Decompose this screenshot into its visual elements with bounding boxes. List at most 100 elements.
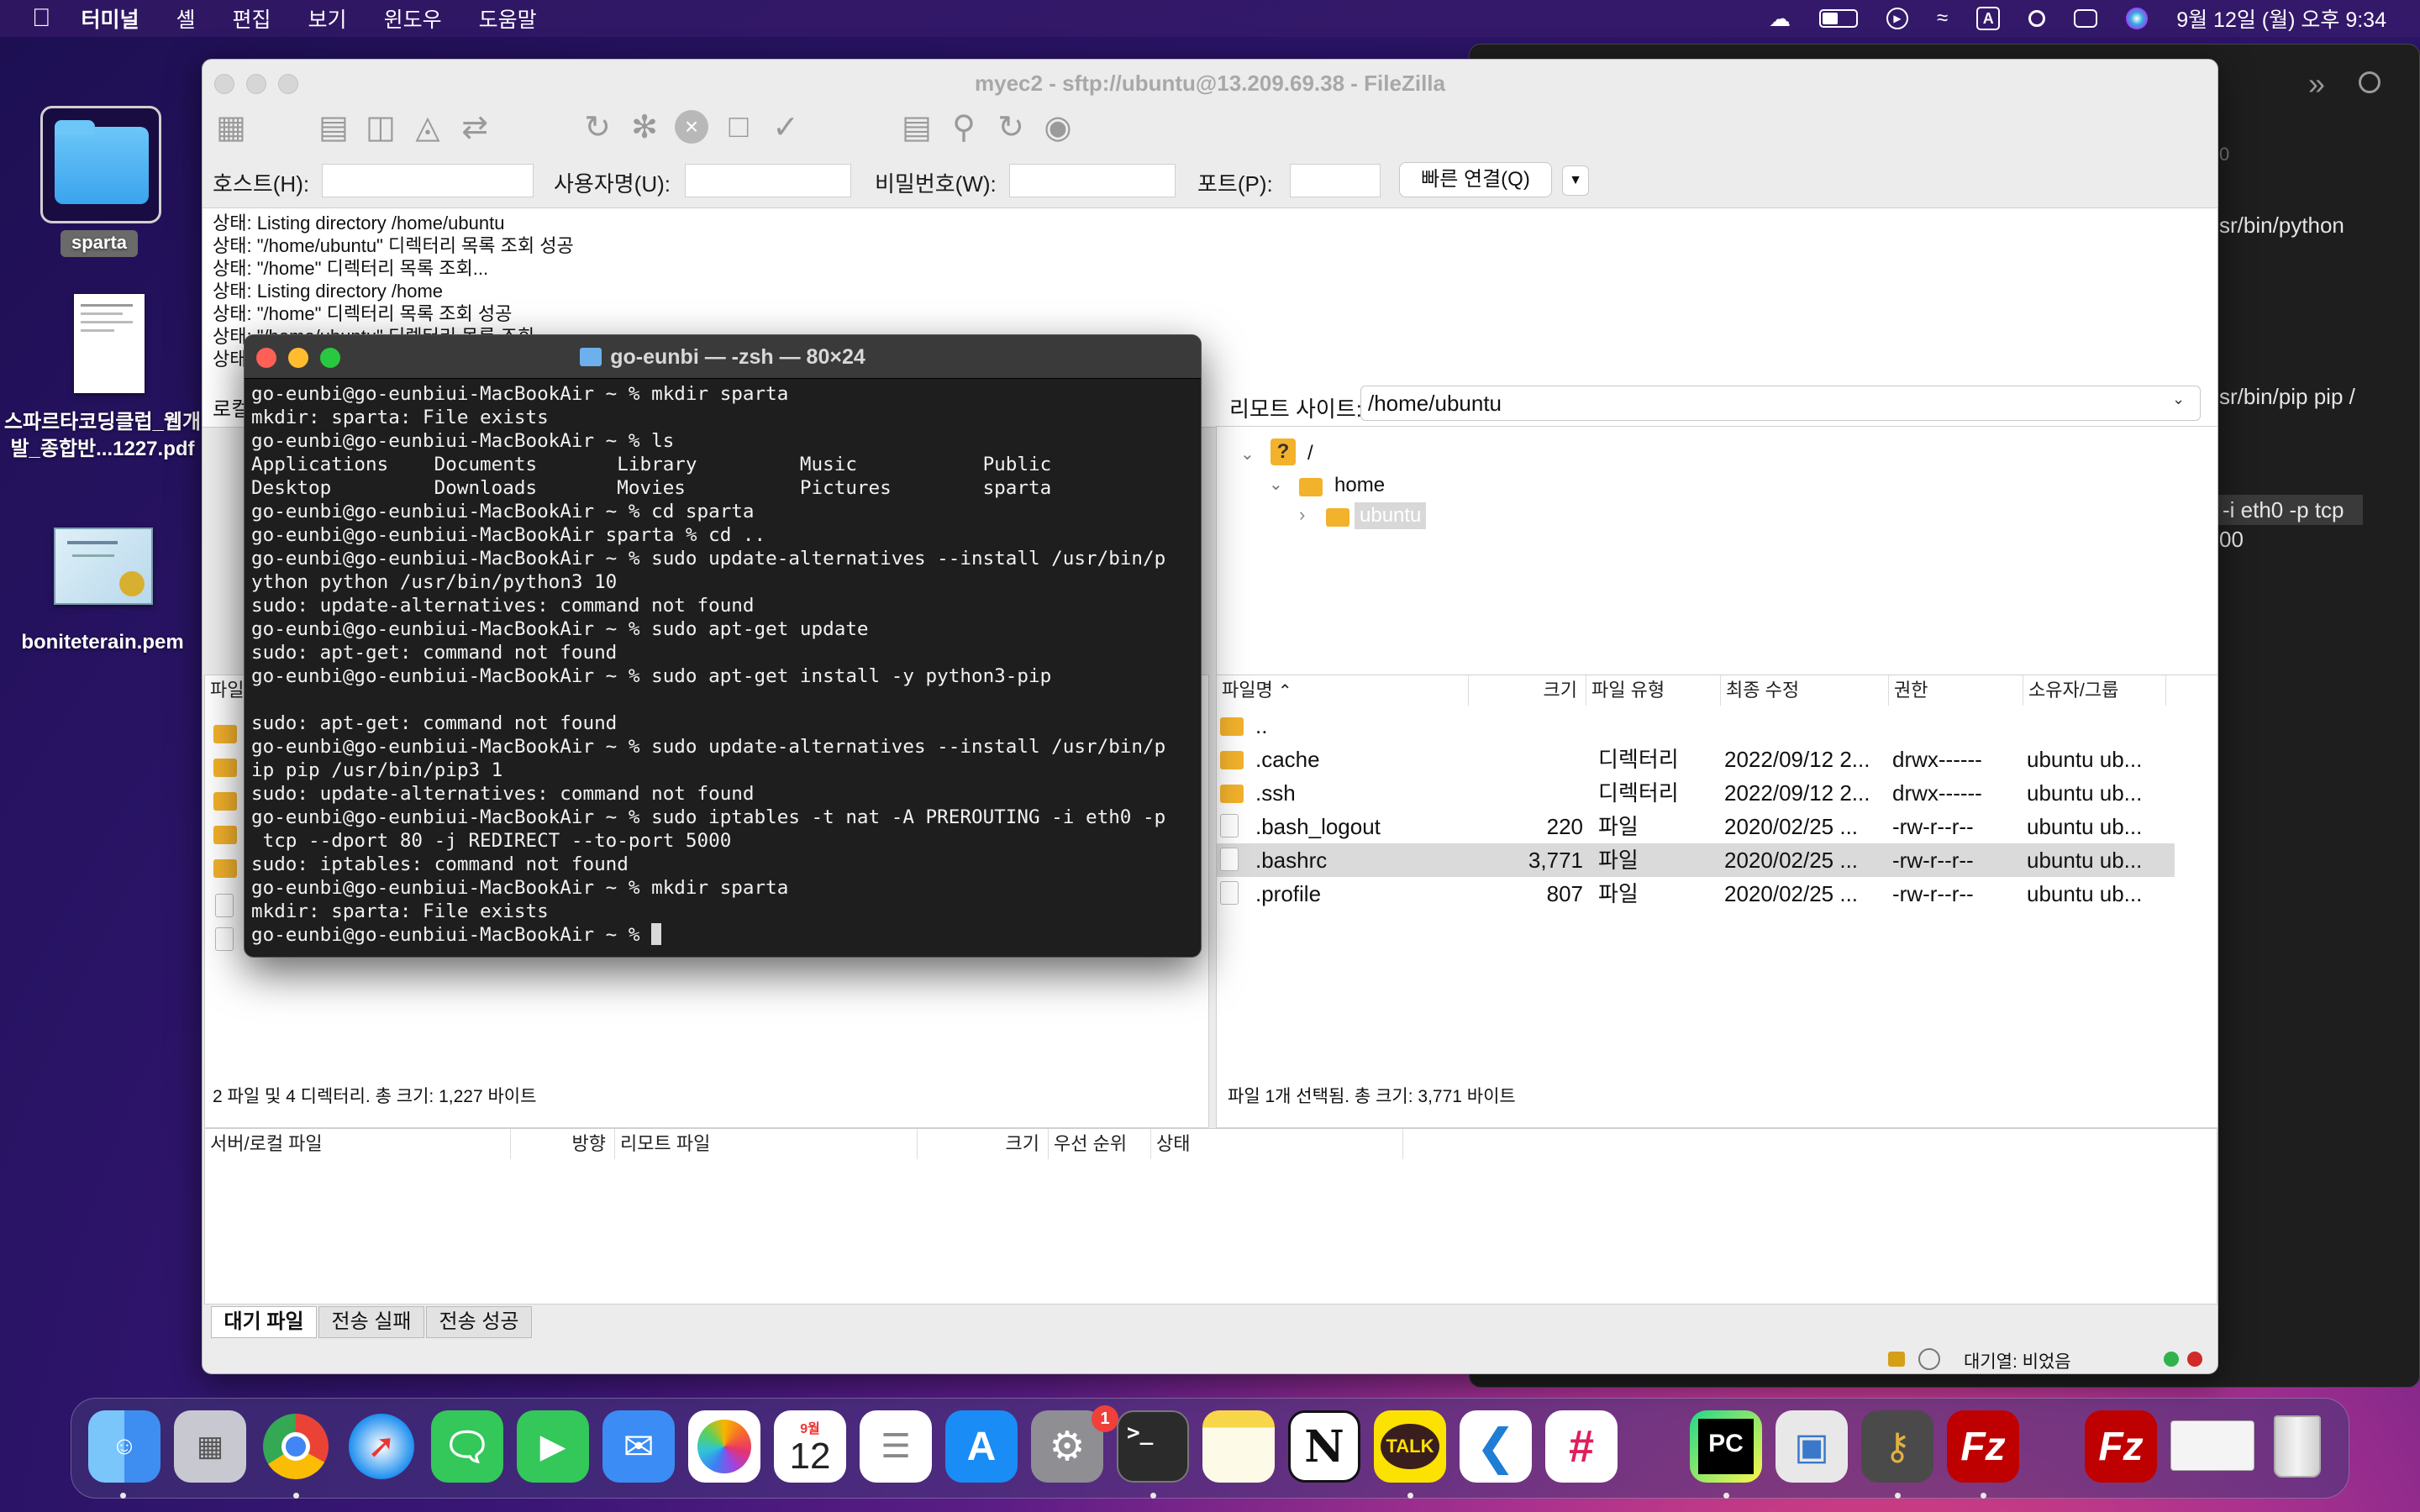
disconnect-icon[interactable]: □ [717,105,760,149]
battery-icon[interactable] [1819,9,1859,28]
dock-slack-icon[interactable]: # [1545,1410,1618,1483]
apple-icon[interactable]:  [32,4,51,33]
remote-file-row[interactable]: .bashrc 3,771 파일 2020/02/25 ... -rw-r--r-- ub… [1217,843,2175,877]
queue-col-priority[interactable]: 우선 순위 [1049,1129,1151,1159]
username-input[interactable] [685,164,851,197]
queue-col-status[interactable]: 상태 [1151,1129,1403,1159]
remote-file-row[interactable]: .. [1217,709,2175,743]
process-queue-icon[interactable]: ✻ [623,105,666,149]
play-icon[interactable]: ▶ [1886,8,1909,29]
dock-trash-icon[interactable] [2261,1410,2333,1483]
refresh-icon[interactable]: ↻ [576,105,619,149]
menu-shell[interactable]: 셸 [176,3,196,34]
site-manager-icon[interactable]: ▦ [209,105,253,149]
certificate-icon[interactable] [54,528,153,605]
remote-tree-icon[interactable]: ◬ [406,105,450,149]
cancel-icon[interactable]: × [670,105,713,149]
transfer-queue-icon[interactable]: ⇄ [453,105,497,149]
message-log-icon[interactable]: ▤ [312,105,355,149]
dock-messages-icon[interactable]: 🗨 [431,1410,503,1483]
dock-notes-icon[interactable] [1202,1410,1275,1483]
dock-pycharm-icon[interactable]: PC [1690,1410,1762,1483]
dock-terminal-icon[interactable]: >_ [1117,1410,1189,1483]
dock-mail-icon[interactable]: ✉ [602,1410,675,1483]
dock-preview-icon[interactable]: ▣ [1776,1410,1848,1483]
host-input[interactable] [322,164,534,197]
dock-keychain-icon[interactable]: ⚷ [1861,1410,1933,1483]
dock-notion-icon[interactable]: N [1288,1410,1360,1483]
reconnect-icon[interactable]: ✓ [764,105,808,149]
remote-col-size[interactable]: 크기 [1469,675,1586,706]
dock-chrome-icon[interactable] [260,1410,332,1483]
search-icon[interactable] [2359,71,2381,93]
remote-file-row[interactable]: .bash_logout 220 파일 2020/02/25 ... -rw-r--r-… [1217,810,2175,843]
terminal-titlebar[interactable]: go-eunbi — -zsh — 80×24 [245,335,1201,379]
remote-col-owner[interactable]: 소유자/그룹 [2023,675,2166,706]
double-chevron-icon[interactable]: » [2308,66,2325,102]
dock-appstore-icon[interactable]: A [945,1410,1018,1483]
desktop-icon-sparta[interactable] [40,106,161,223]
remote-file-row[interactable]: .cache 디렉터리 2022/09/12 2... drwx------ ubunt… [1217,743,2175,776]
remote-col-permissions[interactable]: 권한 [1889,675,2023,706]
tree-item-root[interactable]: / [1307,442,1313,465]
dock-calendar-icon[interactable]: 9월 12 [774,1410,846,1483]
clock[interactable]: 9월 12일 (월) 오후 9:34 [2176,3,2386,34]
remote-col-type[interactable]: 파일 유형 [1586,675,1721,706]
spotlight-search-icon[interactable] [2028,10,2046,27]
dock-kakaotalk-icon[interactable]: TALK [1374,1410,1446,1483]
menu-view[interactable]: 보기 [308,3,347,34]
find-files-icon[interactable]: ◉ [1036,105,1080,149]
tab-successful-transfers[interactable]: 전송 성공 [426,1306,532,1338]
remote-file-row[interactable]: .profile 807 파일 2020/02/25 ... -rw-r--r-- ubu… [1217,877,2175,911]
tree-collapse-icon[interactable]: ⌄ [1269,474,1283,495]
queue-col-direction[interactable]: 방향 [511,1129,615,1159]
queue-col-remote[interactable]: 리모트 파일 [615,1129,918,1159]
password-input[interactable] [1009,164,1176,197]
filter-icon[interactable]: ⚲ [942,105,986,149]
remote-file-list[interactable]: 파일명 ⌃ 크기 파일 유형 최종 수정 권한 소유자/그룹 .. .cache 디… [1216,675,2217,1128]
remote-file-row[interactable]: .ssh 디렉터리 2022/09/12 2... drwx------ ubuntu … [1217,776,2175,810]
siri-icon[interactable] [2126,8,2149,29]
queue-col-file[interactable]: 서버/로컬 파일 [205,1129,511,1159]
dock-launchpad-icon[interactable]: ▦ [174,1410,246,1483]
sync-browse-icon[interactable]: ↻ [989,105,1033,149]
notification-cloud-icon[interactable]: ☁ [1769,6,1791,32]
tab-failed-transfers[interactable]: 전송 실패 [318,1306,424,1338]
quickconnect-dropdown-button[interactable]: ▼ [1562,165,1589,196]
dock-filezilla-minimized-icon[interactable]: Fz [2085,1410,2157,1483]
tree-collapse-icon[interactable]: ⌄ [1240,444,1255,465]
remote-path-dropdown-icon[interactable]: ⌄ [2172,391,2185,408]
pdf-document-icon[interactable] [74,294,145,393]
dock-filezilla-icon[interactable]: Fz [1947,1410,2019,1483]
quickconnect-button[interactable]: 빠른 연결(Q) [1399,162,1552,197]
speed-limit-icon[interactable] [1918,1348,1940,1370]
menu-help[interactable]: 도움말 [479,3,537,34]
dock-reminders-icon[interactable]: ☰ [860,1410,932,1483]
wifi-icon[interactable]: ≈ [1937,7,1948,30]
tree-expand-icon[interactable]: › [1299,504,1305,526]
remote-col-filename[interactable]: 파일명 ⌃ [1217,675,1469,706]
control-center-icon[interactable] [2074,9,2098,28]
transfer-queue[interactable]: 서버/로컬 파일 방향 리모트 파일 크기 우선 순위 상태 [204,1128,2217,1305]
remote-path-input[interactable]: /home/ubuntu [1360,386,2201,421]
dock-photos-icon[interactable] [688,1410,760,1483]
directory-compare-icon[interactable]: ▤ [895,105,939,149]
dock-facetime-icon[interactable]: ▶ [517,1410,589,1483]
tab-queued-files[interactable]: 대기 파일 [211,1306,317,1338]
dock-minimized-window-icon[interactable] [2170,1420,2254,1471]
dock-finder-icon[interactable]: ☺ [88,1410,160,1483]
port-input[interactable] [1290,164,1381,197]
remote-col-modified[interactable]: 최종 수정 [1721,675,1889,706]
local-tree-icon[interactable]: ◫ [359,105,402,149]
terminal-output[interactable]: go-eunbi@go-eunbiui-MacBookAir ~ % mkdir… [251,382,1196,947]
dock-vscode-icon[interactable]: ❮ [1460,1410,1532,1483]
input-source-icon[interactable]: A [1976,7,2001,30]
tree-item-ubuntu[interactable]: ubuntu [1355,502,1427,529]
tree-item-home[interactable]: home [1334,474,1385,497]
terminal-window[interactable]: go-eunbi — -zsh — 80×24 go-eunbi@go-eunb… [244,334,1202,958]
menu-edit[interactable]: 편집 [233,3,271,34]
menu-app-name[interactable]: 터미널 [82,3,139,34]
menu-window[interactable]: 윈도우 [384,3,442,34]
dock-safari-icon[interactable]: ➚ [345,1410,418,1483]
queue-col-size[interactable]: 크기 [918,1129,1049,1159]
